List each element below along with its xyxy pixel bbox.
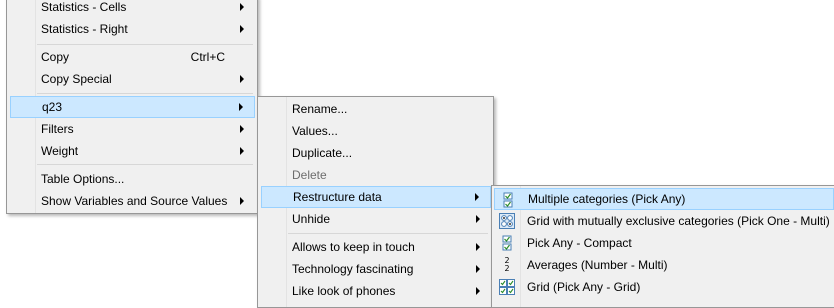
- submenu-arrow-icon: [476, 215, 480, 223]
- submenu-arrow-icon: [240, 3, 244, 11]
- submenu-arrow-icon: [239, 103, 243, 111]
- menu-item-label: Unhide: [292, 212, 331, 226]
- submenu-arrow-icon: [240, 147, 244, 155]
- menu-item-label: Multiple categories (Pick Any): [528, 192, 686, 206]
- menu-item-label: Grid (Pick Any - Grid): [527, 280, 641, 294]
- menu-item-label: Statistics - Cells: [41, 0, 127, 14]
- menu-item-q23[interactable]: q23: [10, 96, 255, 118]
- menu-item-like-look-of-phones[interactable]: Like look of phones: [261, 280, 491, 302]
- menu-item-unhide[interactable]: Unhide: [261, 208, 491, 230]
- menu-item-restructure-data[interactable]: Restructure data: [261, 186, 491, 208]
- checkbox-grid-icon: [499, 279, 515, 295]
- menu-item-label: Show Variables and Source Values: [41, 194, 228, 208]
- menu-item-show-variables[interactable]: Show Variables and Source Values: [10, 190, 255, 212]
- menu-item-table-options[interactable]: Table Options...: [10, 168, 255, 190]
- shortcut-label: Ctrl+C: [190, 50, 225, 64]
- menu-item-label: q23: [42, 100, 63, 114]
- number-glyph: 2: [504, 264, 510, 273]
- submenu-arrow-icon: [476, 287, 480, 295]
- menu-item-label: Pick Any - Compact: [527, 236, 632, 250]
- menu-item-label: Copy: [41, 50, 70, 64]
- menu-item-values[interactable]: Values...: [261, 120, 491, 142]
- radio-grid-icon: [499, 213, 515, 229]
- menu-item-duplicate[interactable]: Duplicate...: [261, 142, 491, 164]
- menu-separator: [37, 164, 253, 165]
- menu-item-label: Like look of phones: [292, 284, 396, 298]
- menu-item-copy[interactable]: Copy Ctrl+C: [10, 46, 255, 68]
- submenu-arrow-icon: [240, 75, 244, 83]
- menu-separator: [37, 93, 253, 94]
- table-context-menu: Statistics - Cells Statistics - Right Co…: [6, 0, 258, 214]
- number-list-icon: 2 2: [499, 257, 515, 273]
- menu-item-rename[interactable]: Rename...: [261, 98, 491, 120]
- menu-item-label: Technology fascinating: [292, 262, 414, 276]
- submenu-arrow-icon: [240, 25, 244, 33]
- submenu-arrow-icon: [476, 243, 480, 251]
- menu-item-filters[interactable]: Filters: [10, 118, 255, 140]
- menu-separator: [37, 44, 253, 45]
- restructure-data-submenu: Multiple categories (Pick Any) Grid with…: [491, 185, 834, 308]
- menu-item-label: Copy Special: [41, 72, 112, 86]
- menu-item-label: Weight: [41, 144, 79, 158]
- checkbox-list-icon: [500, 192, 516, 208]
- menu-item-grid-pick-one-multi[interactable]: Grid with mutually exclusive categories …: [494, 210, 834, 232]
- menu-item-label: Restructure data: [293, 190, 382, 204]
- menu-item-label: Allows to keep in touch: [292, 240, 415, 254]
- menu-item-pick-any-compact[interactable]: Pick Any - Compact: [494, 232, 834, 254]
- menu-item-weight[interactable]: Weight: [10, 140, 255, 162]
- menu-item-label: Table Options...: [41, 172, 125, 186]
- menu-item-technology-fascinating[interactable]: Technology fascinating: [261, 258, 491, 280]
- menu-item-label: Averages (Number - Multi): [527, 258, 668, 272]
- menu-separator: [288, 233, 488, 234]
- menu-item-delete: Delete: [261, 164, 491, 186]
- submenu-arrow-icon: [240, 125, 244, 133]
- menu-item-statistics-right[interactable]: Statistics - Right: [10, 18, 255, 40]
- menu-item-label: Values...: [292, 124, 338, 138]
- submenu-arrow-icon: [476, 265, 480, 273]
- menu-item-label: Grid with mutually exclusive categories …: [527, 214, 830, 228]
- menu-item-copy-special[interactable]: Copy Special: [10, 68, 255, 90]
- menu-item-averages-number-multi[interactable]: 2 2 Averages (Number - Multi): [494, 254, 834, 276]
- q23-submenu: Rename... Values... Duplicate... Delete …: [257, 96, 494, 308]
- menu-item-label: Filters: [41, 122, 74, 136]
- menu-item-multiple-categories[interactable]: Multiple categories (Pick Any): [494, 188, 834, 210]
- menu-item-statistics-cells[interactable]: Statistics - Cells: [10, 0, 255, 18]
- menu-item-allows-to-keep-in-touch[interactable]: Allows to keep in touch: [261, 236, 491, 258]
- menu-item-label: Rename...: [292, 102, 348, 116]
- checkbox-list-icon: [499, 235, 515, 251]
- menu-item-label: Statistics - Right: [41, 22, 128, 36]
- submenu-arrow-icon: [240, 197, 244, 205]
- menu-item-label: Delete: [292, 168, 327, 182]
- menu-item-label: Duplicate...: [292, 146, 353, 160]
- menu-item-grid-pick-any-grid[interactable]: Grid (Pick Any - Grid): [494, 276, 834, 298]
- submenu-arrow-icon: [475, 193, 479, 201]
